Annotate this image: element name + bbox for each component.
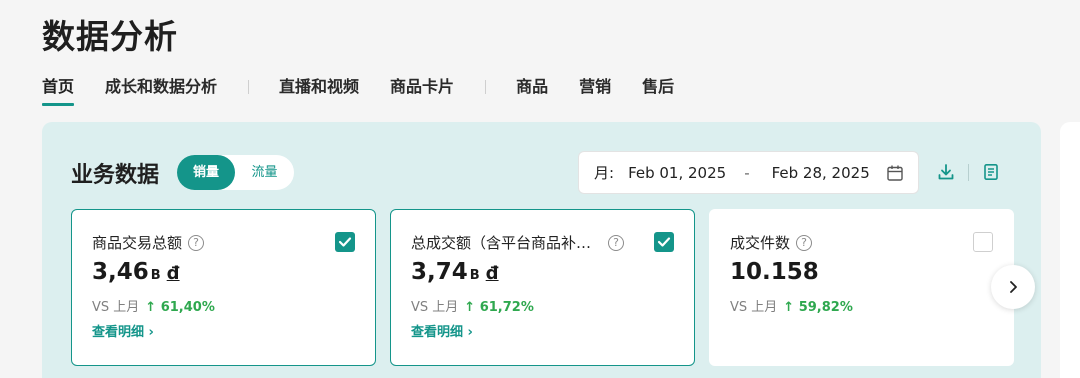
change-value: ↑ 61,72% bbox=[464, 300, 534, 315]
calendar-icon[interactable] bbox=[886, 164, 904, 182]
vs-label: VS 上月 bbox=[730, 300, 778, 315]
metric-checkbox[interactable] bbox=[973, 232, 993, 252]
comparison: VS 上月 ↑ 59,82% bbox=[730, 296, 853, 315]
help-icon[interactable]: ? bbox=[608, 234, 625, 251]
change-percent: 61,72% bbox=[479, 300, 534, 315]
report-icon[interactable] bbox=[982, 163, 1000, 181]
metric-value: 10.158 bbox=[730, 259, 819, 285]
vs-label: VS 上月 bbox=[92, 300, 140, 315]
toggle-sales[interactable]: 销量 bbox=[177, 155, 235, 190]
arrow-up-icon: ↑ bbox=[145, 300, 157, 315]
side-panel bbox=[1060, 122, 1080, 378]
metric-toggle: 销量 流量 bbox=[177, 155, 294, 190]
view-details-link[interactable]: 查看明细 › bbox=[92, 321, 154, 340]
date-label: 月: bbox=[594, 164, 615, 182]
tab-products[interactable]: 商品 bbox=[516, 76, 548, 106]
vs-label: VS 上月 bbox=[411, 300, 459, 315]
toggle-traffic[interactable]: 流量 bbox=[235, 155, 294, 190]
tab-marketing[interactable]: 营销 bbox=[579, 76, 611, 106]
check-icon[interactable] bbox=[335, 232, 355, 252]
metric-card-items-sold[interactable]: 成交件数 ? 10.158 VS 上月 ↑ 59,82% bbox=[709, 209, 1014, 366]
top-nav: 首页 成长和数据分析 直播和视频 商品卡片 商品 营销 售后 bbox=[42, 76, 705, 108]
tab-product-card[interactable]: 商品卡片 bbox=[390, 76, 454, 106]
metric-number: 10.158 bbox=[730, 259, 819, 285]
toolbar-divider bbox=[968, 164, 969, 181]
metric-value: 3,74 Bđ bbox=[411, 259, 499, 285]
metric-unit: B bbox=[469, 268, 480, 283]
download-icon[interactable] bbox=[937, 163, 955, 181]
date-start: Feb 01, 2025 bbox=[628, 163, 727, 182]
change-value: ↑ 61,40% bbox=[145, 300, 215, 315]
comparison: VS 上月 ↑ 61,40% bbox=[92, 296, 215, 315]
nav-divider bbox=[248, 80, 250, 94]
arrow-up-icon: ↑ bbox=[464, 300, 476, 315]
change-percent: 59,82% bbox=[798, 300, 853, 315]
help-icon[interactable]: ? bbox=[188, 234, 205, 251]
card-title-text: 总成交额（含平台商品补… bbox=[411, 234, 592, 252]
change-value: ↑ 59,82% bbox=[783, 300, 853, 315]
page-title: 数据分析 bbox=[42, 17, 178, 56]
date-range-picker[interactable]: 月: Feb 01, 2025 - Feb 28, 2025 bbox=[578, 151, 919, 194]
carousel-next-button[interactable] bbox=[991, 265, 1035, 309]
currency-symbol: đ bbox=[485, 263, 499, 284]
metric-card-gmv[interactable]: 商品交易总额 ? 3,46 Bđ VS 上月 ↑ 61,40% 查看明细 › bbox=[71, 209, 376, 366]
metric-unit: B bbox=[150, 268, 161, 283]
date-end: Feb 28, 2025 bbox=[771, 163, 870, 182]
tab-after-sales[interactable]: 售后 bbox=[642, 76, 674, 106]
currency-symbol: đ bbox=[166, 263, 180, 284]
view-details-link[interactable]: 查看明细 › bbox=[411, 321, 473, 340]
card-title-text: 商品交易总额 bbox=[92, 234, 183, 252]
change-percent: 61,40% bbox=[160, 300, 215, 315]
comparison: VS 上月 ↑ 61,72% bbox=[411, 296, 534, 315]
metric-number: 3,74 bbox=[411, 259, 468, 285]
section-title: 业务数据 bbox=[71, 163, 160, 188]
nav-divider bbox=[485, 80, 487, 94]
help-icon[interactable]: ? bbox=[796, 234, 813, 251]
tab-growth-analysis[interactable]: 成长和数据分析 bbox=[105, 76, 217, 106]
tab-live-video[interactable]: 直播和视频 bbox=[279, 76, 359, 106]
card-title: 总成交额（含平台商品补… ? bbox=[411, 232, 625, 253]
card-title: 商品交易总额 ? bbox=[92, 232, 205, 253]
tab-home[interactable]: 首页 bbox=[42, 76, 75, 106]
metric-value: 3,46 Bđ bbox=[92, 259, 180, 285]
card-title: 成交件数 ? bbox=[730, 232, 813, 253]
business-data-panel: 业务数据 销量 流量 月: Feb 01, 2025 - Feb 28, 202… bbox=[42, 122, 1041, 378]
date-separator: - bbox=[744, 163, 750, 182]
chevron-right-icon bbox=[1010, 281, 1017, 293]
metric-number: 3,46 bbox=[92, 259, 149, 285]
card-title-text: 成交件数 bbox=[730, 234, 791, 252]
check-icon[interactable] bbox=[654, 232, 674, 252]
metric-card-total-transaction[interactable]: 总成交额（含平台商品补… ? 3,74 Bđ VS 上月 ↑ 61,72% 查看明细… bbox=[390, 209, 695, 366]
arrow-up-icon: ↑ bbox=[783, 300, 795, 315]
